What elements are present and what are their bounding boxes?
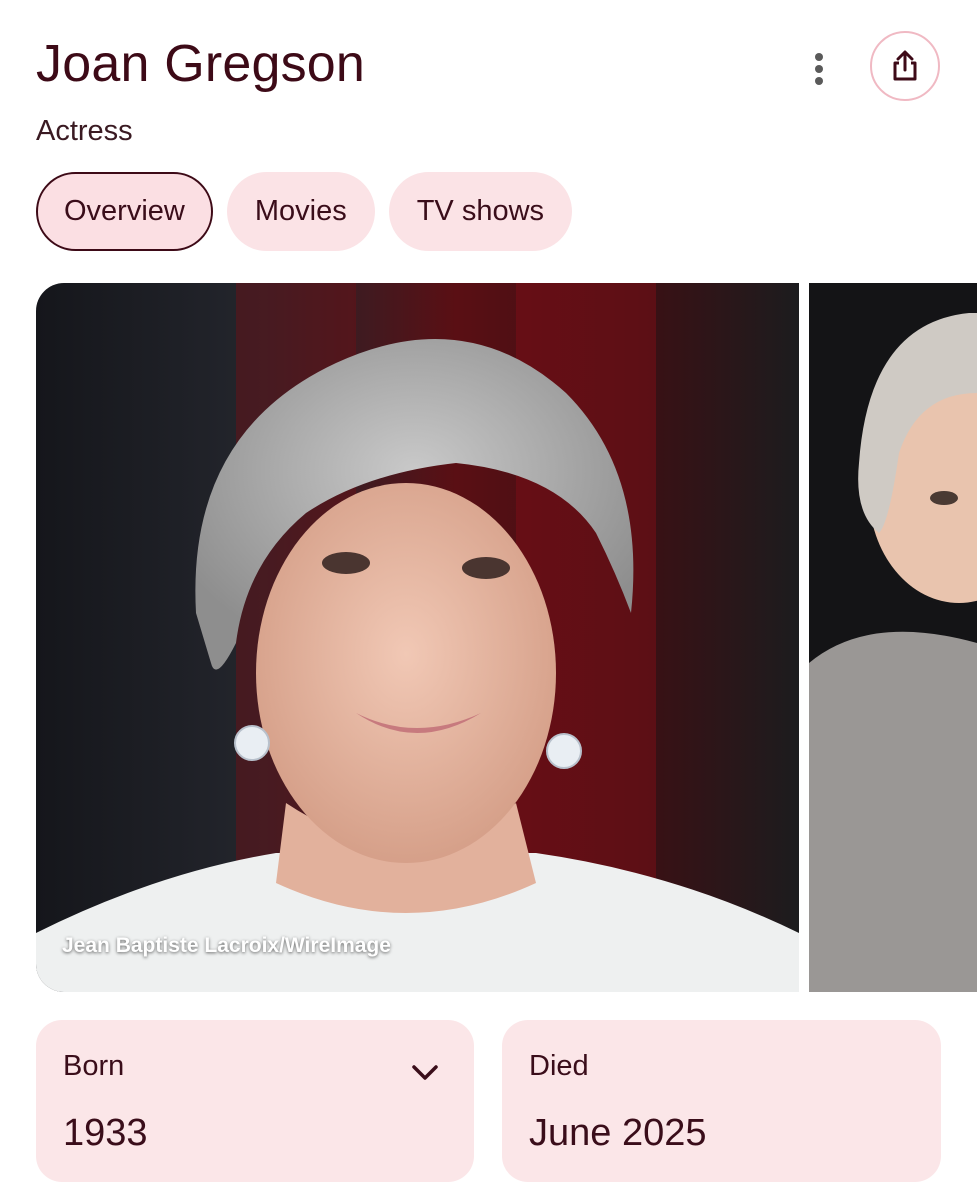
- share-button[interactable]: [870, 31, 940, 101]
- share-icon: [893, 50, 917, 81]
- page-title: Joan Gregson: [36, 35, 366, 93]
- chevron-down-icon[interactable]: [410, 1058, 440, 1088]
- main-photo[interactable]: Jean Baptiste Lacroix/WireImage: [36, 283, 799, 992]
- died-value: June 2025: [529, 1112, 707, 1154]
- more-vert-icon: [815, 53, 823, 85]
- knowledge-panel: Joan Gregson Actress Overview Movies TV …: [0, 0, 977, 1200]
- secondary-photo[interactable]: [809, 283, 977, 992]
- died-label: Died: [529, 1050, 589, 1082]
- tab-movies[interactable]: Movies: [226, 172, 375, 251]
- page-subtitle: Actress: [36, 115, 133, 147]
- more-options-button[interactable]: [796, 46, 842, 92]
- died-card[interactable]: Died June 2025: [502, 1020, 941, 1182]
- portrait-image-secondary: [809, 283, 977, 992]
- tab-overview[interactable]: Overview: [36, 172, 213, 251]
- born-label: Born: [63, 1050, 125, 1082]
- born-card[interactable]: Born 1933: [36, 1020, 474, 1182]
- tab-bar: Overview Movies TV shows: [36, 172, 573, 251]
- portrait-image: [36, 283, 799, 992]
- tab-tv-shows[interactable]: TV shows: [388, 172, 573, 251]
- photo-credit: Jean Baptiste Lacroix/WireImage: [62, 934, 391, 957]
- born-value: 1933: [63, 1112, 148, 1154]
